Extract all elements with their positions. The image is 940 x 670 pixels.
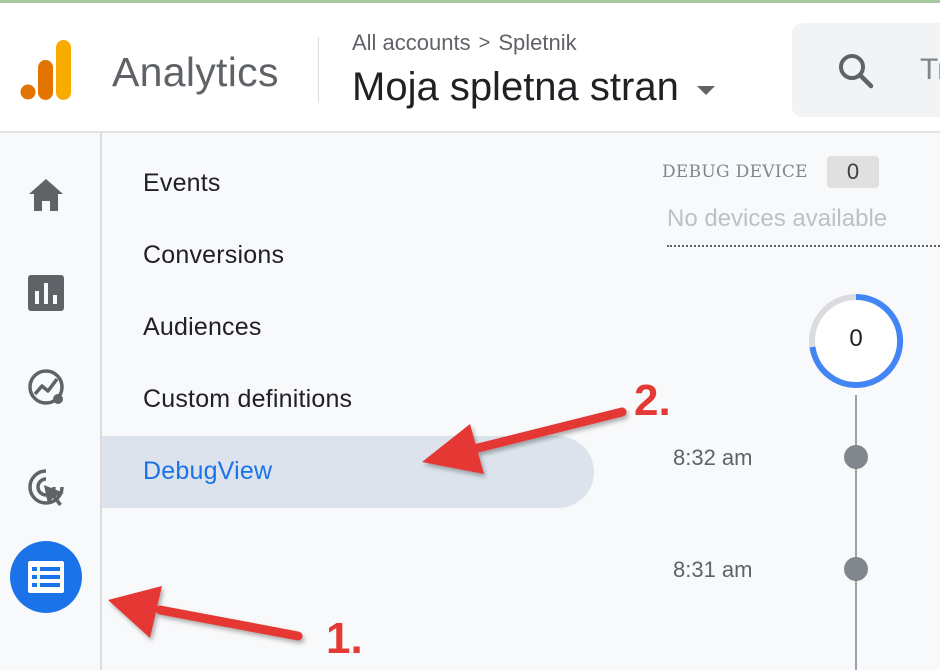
configure-icon [28,561,64,593]
explore-icon[interactable] [26,367,66,407]
search-icon [839,54,874,89]
app-header: Analytics All accounts > Spletnik Moja s… [0,3,940,133]
menu-item-conversions[interactable]: Conversions [143,241,284,270]
breadcrumb-child[interactable]: Spletnik [498,30,576,56]
property-name: Moja spletna stran [352,65,679,109]
configure-button[interactable] [10,541,82,613]
menu-item-custom-definitions[interactable]: Custom definitions [143,385,352,414]
breadcrumb-root[interactable]: All accounts [352,30,471,56]
app-name: Analytics [112,49,279,95]
timeline-dot[interactable] [844,445,868,469]
timeline-time: 8:31 am [673,557,753,582]
breadcrumb-separator-icon: > [478,31,491,54]
header-divider [318,37,319,103]
search-input[interactable]: Tr [920,53,940,87]
breadcrumb[interactable]: All accounts > Spletnik [352,30,577,56]
property-selector[interactable]: Moja spletna stran [352,65,715,110]
configure-submenu: Events Conversions Audiences Custom defi… [102,133,632,670]
timeline-dot[interactable] [844,557,868,581]
debug-device-label: DEBUG DEVICE [662,162,808,182]
debugview-panel: DEBUG DEVICE 0 No devices available 0 8:… [632,133,940,670]
timeline-time: 8:32 am [673,445,753,470]
dropdown-caret-icon [696,86,715,95]
advertising-icon[interactable] [26,467,66,507]
no-devices-text[interactable]: No devices available [667,205,887,233]
analytics-logo[interactable] [20,40,74,100]
home-icon[interactable] [26,175,66,215]
menu-item-debugview[interactable]: DebugView [143,457,272,486]
menu-item-audiences[interactable]: Audiences [143,313,262,342]
device-select-underline [667,245,940,247]
search-box[interactable]: Tr [792,23,940,117]
reports-icon[interactable] [26,273,66,313]
debug-device-count[interactable]: 0 [827,156,879,188]
navigation-rail [0,133,102,670]
menu-item-events[interactable]: Events [143,169,221,198]
annotation-number-2: 2. [634,376,671,425]
timeline-line [855,395,857,670]
event-counter-value: 0 [849,325,863,352]
annotation-number-1: 1. [326,614,363,663]
